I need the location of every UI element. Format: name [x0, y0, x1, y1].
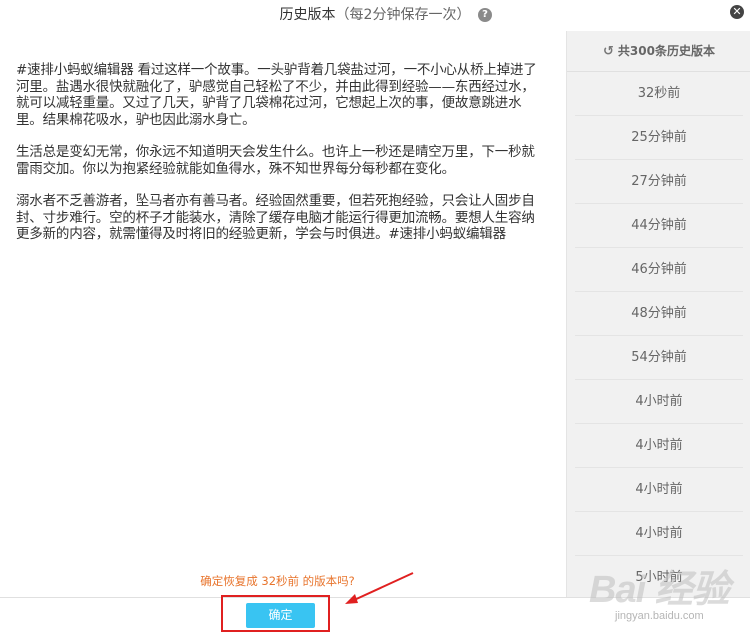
dialog-title-sub: （每2分钟保存一次） — [335, 7, 471, 23]
paragraph: 溺水者不乏善游者，坠马者亦有善马者。经验固然重要，但若死抱经验，只会让人固步自封… — [16, 193, 535, 242]
document-preview: #速排小蚂蚁编辑器 看过这样一个故事。一头驴背着几袋盐过河，一不小心从桥上掉进了… — [16, 62, 541, 259]
version-count-label: 共300条历史版本 — [617, 44, 715, 58]
history-dialog: 历史版本（每2分钟保存一次） ? ✕ #速排小蚂蚁编辑器 看过这样一个故事。一头… — [0, 0, 750, 633]
history-icon: ↺ — [603, 44, 614, 59]
version-item[interactable]: 25分钟前 — [575, 116, 743, 160]
version-list: ↺ 共300条历史版本 32秒前 25分钟前 27分钟前 44分钟前 46分钟前 … — [566, 31, 750, 597]
dialog-header: 历史版本（每2分钟保存一次） ? ✕ — [0, 0, 750, 31]
question-icon[interactable]: ? — [478, 8, 492, 22]
version-item[interactable]: 32秒前 — [575, 72, 743, 116]
version-item[interactable]: 4小时前 — [575, 380, 743, 424]
restore-confirm-prompt: 确定恢复成 32秒前 的版本吗? — [200, 574, 355, 588]
version-count-header: ↺ 共300条历史版本 — [567, 31, 750, 72]
annotation-highlight-box — [221, 595, 330, 632]
paragraph: 生活总是变幻无常，你永远不知道明天会发生什么。也许上一秒还是晴空万里，下一秒就雷… — [16, 144, 535, 177]
version-item[interactable]: 54分钟前 — [575, 336, 743, 380]
version-item[interactable]: 48分钟前 — [575, 292, 743, 336]
dialog-title-main: 历史版本 — [279, 7, 336, 23]
version-item[interactable]: 27分钟前 — [575, 160, 743, 204]
dialog-footer — [0, 597, 750, 633]
version-item[interactable]: 5小时前 — [575, 556, 743, 597]
version-item[interactable]: 4小时前 — [575, 468, 743, 512]
version-item[interactable]: 4小时前 — [575, 512, 743, 556]
close-icon[interactable]: ✕ — [730, 5, 744, 19]
version-item[interactable]: 46分钟前 — [575, 248, 743, 292]
version-item[interactable]: 44分钟前 — [575, 204, 743, 248]
paragraph: #速排小蚂蚁编辑器 看过这样一个故事。一头驴背着几袋盐过河，一不小心从桥上掉进了… — [16, 62, 537, 128]
version-item[interactable]: 4小时前 — [575, 424, 743, 468]
dialog-title: 历史版本（每2分钟保存一次） — [280, 5, 471, 25]
